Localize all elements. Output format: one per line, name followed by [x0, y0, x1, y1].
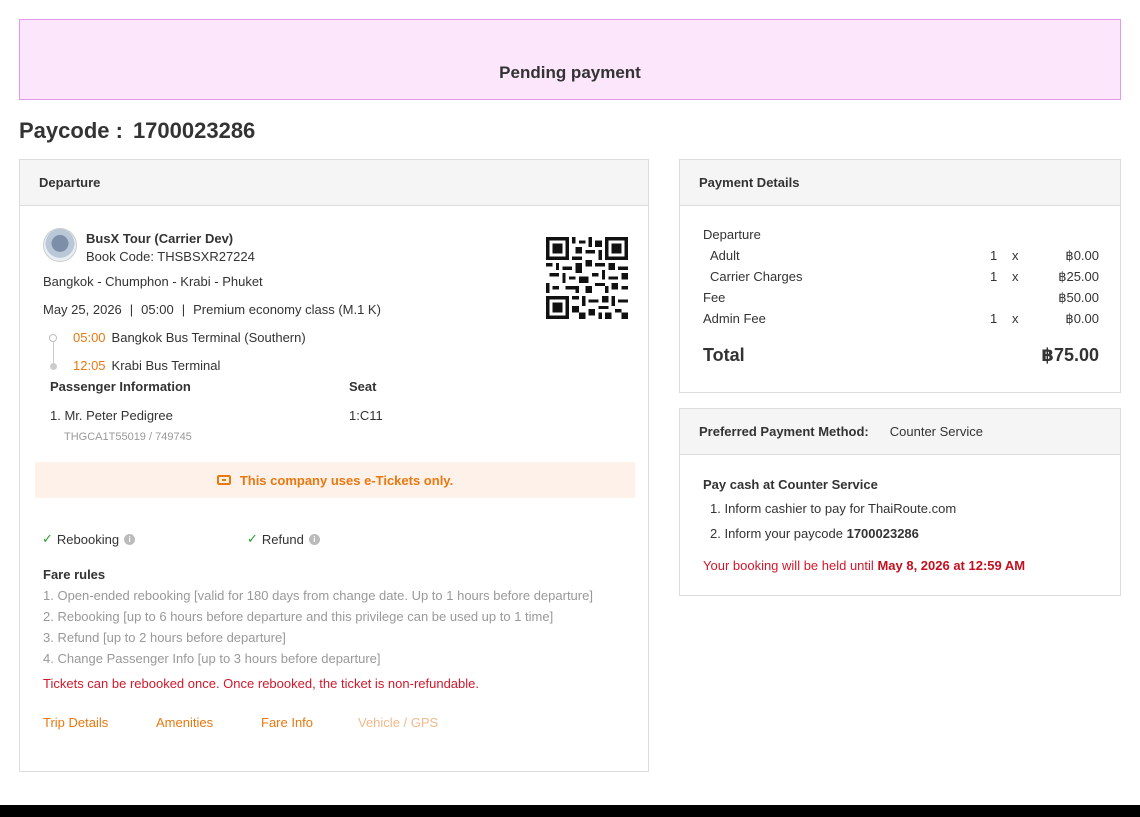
feature-label: Rebooking	[56, 531, 120, 547]
seat-header: Seat	[349, 379, 377, 394]
payment-method-header: Preferred Payment Method: Counter Servic…	[680, 409, 1120, 455]
total-amount: ฿75.00	[1041, 345, 1099, 365]
row-times: x	[1012, 269, 1019, 284]
link-amenities[interactable]: Amenities	[156, 715, 213, 730]
trip-date: May 25, 2026	[43, 302, 122, 317]
row-qty: 1	[990, 248, 998, 263]
passenger-header: Passenger Information	[50, 379, 191, 394]
separator: |	[129, 302, 134, 317]
step-paycode: 1700023286	[846, 526, 919, 541]
payment-section-label: Departure	[703, 227, 761, 242]
hold-date: May 8, 2026 at 12:59 AM	[877, 558, 1026, 573]
fare-rules-list: 1. Open-ended rebooking [valid for 180 d…	[43, 588, 593, 672]
stop-departure: 05:00 Bangkok Bus Terminal (Southern)	[73, 330, 306, 345]
passenger-seat: 1:C11	[349, 408, 383, 423]
fare-rule: 3. Refund [up to 2 hours before departur…	[43, 630, 286, 645]
timeline-line	[53, 342, 54, 364]
payment-method-value: Counter Service	[889, 424, 983, 439]
payment-details-card: Payment Details Departure Adult 1 x ฿0.0…	[679, 159, 1121, 393]
hold-notice: Your booking will be held until May 8, 2…	[703, 558, 1025, 573]
eticket-text: This company uses e-Tickets only.	[239, 472, 454, 488]
timeline-end-dot	[50, 363, 57, 370]
stop-arrival: 12:05 Krabi Bus Terminal	[73, 358, 220, 373]
fare-rule: 4. Change Passenger Info [up to 3 hours …	[43, 651, 381, 666]
trip-date-line: May 25, 2026 | 05:00 | Premium economy class…	[43, 302, 381, 317]
paycode-label: Paycode :	[19, 118, 123, 143]
carrier-avatar	[43, 228, 77, 262]
row-label: Adult	[710, 248, 740, 263]
payment-row: Carrier Charges 1 x ฿25.00	[703, 269, 1099, 290]
fare-warning: Tickets can be rebooked once. Once reboo…	[43, 676, 480, 691]
payment-method-card: Preferred Payment Method: Counter Servic…	[679, 408, 1121, 596]
instruction-step: 1. Inform cashier to pay for ThaiRoute.c…	[710, 501, 957, 516]
departure-header: Departure	[20, 160, 648, 206]
row-amount: ฿50.00	[1058, 290, 1099, 305]
row-amount: ฿25.00	[1058, 269, 1099, 284]
status-banner: Pending payment	[19, 19, 1121, 100]
payment-header: Payment Details	[680, 160, 1120, 206]
carrier-name: BusX Tour (Carrier Dev)	[86, 231, 234, 246]
hold-text: Your booking will be held until	[703, 558, 874, 573]
stop-time: 12:05	[73, 358, 106, 373]
feature-rebooking: ✓ Rebooking i	[42, 531, 136, 547]
feature-refund: ✓ Refund i	[247, 531, 320, 547]
step-text: 2. Inform your paycode	[710, 526, 843, 541]
total-label: Total	[703, 345, 745, 365]
stop-name: Krabi Bus Terminal	[111, 358, 221, 373]
departure-card: Departure BusX Tour (Carrier Dev) Book C…	[19, 159, 649, 772]
timeline-start-dot	[49, 334, 57, 342]
instructions-title: Pay cash at Counter Service	[703, 477, 878, 492]
separator: |	[181, 302, 186, 317]
row-times: x	[1012, 248, 1019, 263]
trip-time: 05:00	[141, 302, 174, 317]
stop-time: 05:00	[73, 330, 106, 345]
info-icon[interactable]: i	[124, 533, 136, 545]
ticket-icon	[216, 475, 231, 485]
row-label: Carrier Charges	[710, 269, 803, 284]
payment-breakdown: Departure Adult 1 x ฿0.00 Carrier Charge…	[703, 227, 1099, 332]
paycode-value: 1700023286	[132, 118, 256, 143]
instruction-step: 2. Inform your paycode 1700023286	[710, 526, 919, 541]
row-amount: ฿0.00	[1065, 248, 1099, 263]
payment-row: Fee ฿50.00	[703, 290, 1099, 311]
payment-instructions: Pay cash at Counter Service 1. Inform ca…	[703, 477, 1025, 573]
payment-method-label: Preferred Payment Method:	[699, 424, 869, 439]
trip-class: Premium economy class (M.1 K)	[193, 302, 381, 317]
book-code: Book Code: THSBSXR27224	[86, 249, 255, 264]
check-icon: ✓	[42, 531, 53, 546]
passenger-ticket-id: THGCA1T55019 / 749745	[64, 431, 192, 443]
link-vehicle-gps[interactable]: Vehicle / GPS	[358, 715, 438, 730]
bottom-bar	[0, 805, 1140, 817]
paycode-heading: Paycode : 1700023286	[19, 118, 255, 144]
row-qty: 1	[990, 269, 998, 284]
payment-row: Admin Fee 1 x ฿0.00	[703, 311, 1099, 332]
row-label: Fee	[703, 290, 726, 305]
fare-rules-title: Fare rules	[43, 567, 106, 582]
info-icon[interactable]: i	[308, 533, 320, 545]
route-text: Bangkok - Chumphon - Krabi - Phuket	[43, 274, 263, 289]
fare-rule: 2. Rebooking [up to 6 hours before depar…	[43, 609, 554, 624]
row-label: Admin Fee	[703, 311, 766, 326]
eticket-notice: This company uses e-Tickets only.	[35, 462, 635, 498]
total-row: Total ฿75.00	[703, 345, 1099, 366]
feature-label: Refund	[261, 531, 304, 547]
link-trip-details[interactable]: Trip Details	[43, 715, 108, 730]
row-times: x	[1012, 311, 1019, 326]
stop-name: Bangkok Bus Terminal (Southern)	[111, 330, 306, 345]
qr-code-icon	[546, 237, 628, 319]
row-qty: 1	[990, 311, 998, 326]
link-fare-info[interactable]: Fare Info	[261, 715, 313, 730]
carrier-info: BusX Tour (Carrier Dev) Book Code: THSBS…	[43, 228, 255, 264]
fare-rule: 1. Open-ended rebooking [valid for 180 d…	[43, 588, 593, 603]
passenger-name: 1. Mr. Peter Pedigree	[50, 408, 173, 423]
check-icon: ✓	[247, 531, 258, 546]
payment-row: Adult 1 x ฿0.00	[703, 248, 1099, 269]
row-amount: ฿0.00	[1065, 311, 1099, 326]
status-text: Pending payment	[499, 63, 641, 82]
